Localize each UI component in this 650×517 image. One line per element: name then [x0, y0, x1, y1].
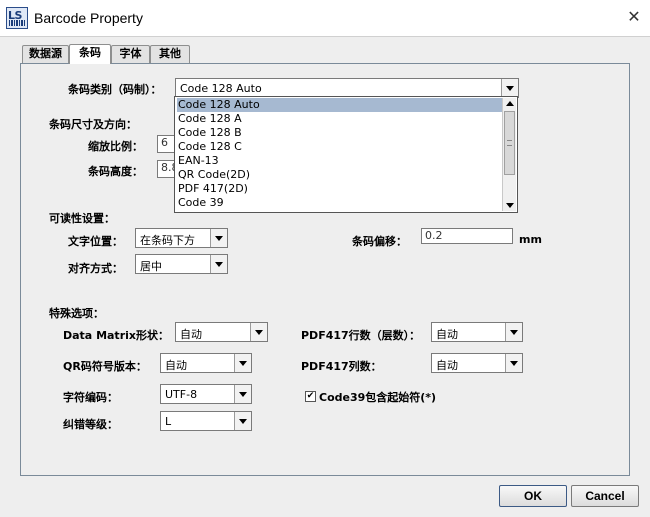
pdf417-cols-label: PDF417列数：	[301, 360, 382, 373]
alignment-label: 对齐方式：	[68, 262, 123, 275]
dropdown-scrollbar[interactable]	[502, 98, 516, 211]
pdf417-cols-select[interactable]: 自动	[431, 353, 523, 373]
scroll-up-icon[interactable]	[506, 101, 514, 106]
app-logo-icon: LS	[6, 7, 28, 29]
text-position-dropdown-button[interactable]	[210, 229, 227, 247]
chevron-down-icon	[239, 361, 247, 366]
barcode-type-option[interactable]: Code 128 Auto	[177, 98, 502, 112]
barcode-type-option[interactable]: EAN-13	[177, 154, 502, 168]
alignment-select[interactable]: 居中	[135, 254, 228, 274]
pdf417-rows-dropdown-button[interactable]	[505, 323, 522, 341]
code39-start-char-checkbox[interactable]: ✔	[305, 391, 316, 402]
error-correction-value: L	[165, 415, 172, 428]
pdf417-rows-label: PDF417行数（层数）：	[301, 329, 421, 342]
barcode-type-option[interactable]: Code 128 C	[177, 140, 502, 154]
barcode-type-option[interactable]: QR Code(2D)	[177, 168, 502, 182]
grip-icon	[507, 140, 512, 146]
char-encoding-select[interactable]: UTF-8	[160, 384, 252, 404]
barcode-type-option[interactable]: Code 128 B	[177, 126, 502, 140]
alignment-dropdown-button[interactable]	[210, 255, 227, 273]
char-encoding-dropdown-button[interactable]	[234, 385, 251, 403]
chevron-down-icon	[239, 392, 247, 397]
barcode-type-label: 条码类别（码制）：	[68, 83, 162, 96]
chevron-down-icon	[255, 330, 263, 335]
cancel-button[interactable]: Cancel	[571, 485, 639, 507]
barcode-type-dropdown-button[interactable]	[501, 79, 518, 97]
readability-heading: 可读性设置：	[49, 212, 115, 225]
qr-version-dropdown-button[interactable]	[234, 354, 251, 372]
text-position-label: 文字位置：	[68, 235, 123, 248]
chevron-down-icon	[510, 361, 518, 366]
chevron-down-icon	[510, 330, 518, 335]
chevron-down-icon	[215, 236, 223, 241]
error-correction-label: 纠错等级：	[63, 418, 118, 431]
offset-label: 条码偏移：	[352, 235, 407, 248]
window-title: Barcode Property	[34, 10, 143, 26]
error-correction-dropdown-button[interactable]	[234, 412, 251, 430]
qr-version-value: 自动	[165, 359, 187, 372]
barcode-type-select[interactable]: Code 128 Auto	[175, 78, 519, 98]
char-encoding-value: UTF-8	[165, 388, 198, 401]
pdf417-cols-dropdown-button[interactable]	[505, 354, 522, 372]
pdf417-rows-select[interactable]: 自动	[431, 322, 523, 342]
chevron-down-icon	[506, 86, 514, 91]
offset-unit: mm	[519, 233, 542, 246]
special-options-heading: 特殊选项：	[49, 307, 104, 320]
scale-label: 缩放比例：	[88, 140, 143, 153]
barcode-type-dropdown-list: Code 128 Auto Code 128 A Code 128 B Code…	[174, 96, 518, 213]
barcode-type-option[interactable]: PDF 417(2D)	[177, 182, 502, 196]
ok-button[interactable]: OK	[499, 485, 567, 507]
size-section-heading: 条码尺寸及方向：	[49, 118, 137, 131]
barcode-type-option[interactable]: Code 39	[177, 196, 502, 210]
error-correction-select[interactable]: L	[160, 411, 252, 431]
text-position-select[interactable]: 在条码下方	[135, 228, 228, 248]
pdf417-cols-value: 自动	[436, 359, 458, 372]
height-label: 条码高度：	[88, 165, 143, 178]
close-icon[interactable]: ✕	[624, 6, 644, 28]
title-bar: LS Barcode Property ✕	[0, 0, 650, 36]
offset-input[interactable]: 0.2	[421, 228, 513, 244]
scroll-down-icon[interactable]	[506, 203, 514, 208]
tab-barcode[interactable]: 条码	[69, 44, 111, 64]
qr-version-label: QR码符号版本：	[63, 360, 147, 373]
chevron-down-icon	[239, 419, 247, 424]
alignment-value: 居中	[140, 260, 162, 273]
barcode-glyph	[9, 20, 25, 26]
data-matrix-shape-value: 自动	[180, 328, 202, 341]
data-matrix-shape-label: Data Matrix形状：	[63, 329, 169, 342]
barcode-type-option[interactable]: Code 128 A	[177, 112, 502, 126]
dialog-client: 数据源 条码 字体 其他 条码类别（码制）： Code 128 Auto 条码尺…	[0, 36, 650, 517]
data-matrix-shape-select[interactable]: 自动	[175, 322, 268, 342]
char-encoding-label: 字符编码：	[63, 391, 118, 404]
scrollbar-thumb[interactable]	[504, 111, 515, 175]
text-position-value: 在条码下方	[140, 234, 195, 247]
tab-data-source[interactable]: 数据源	[22, 45, 69, 63]
pdf417-rows-value: 自动	[436, 328, 458, 341]
code39-start-char-label: Code39包含起始符(*)	[319, 391, 437, 404]
chevron-down-icon	[215, 262, 223, 267]
tab-font[interactable]: 字体	[111, 45, 150, 63]
tab-other[interactable]: 其他	[150, 45, 190, 63]
data-matrix-dropdown-button[interactable]	[250, 323, 267, 341]
barcode-type-value: Code 128 Auto	[180, 82, 262, 95]
qr-version-select[interactable]: 自动	[160, 353, 252, 373]
